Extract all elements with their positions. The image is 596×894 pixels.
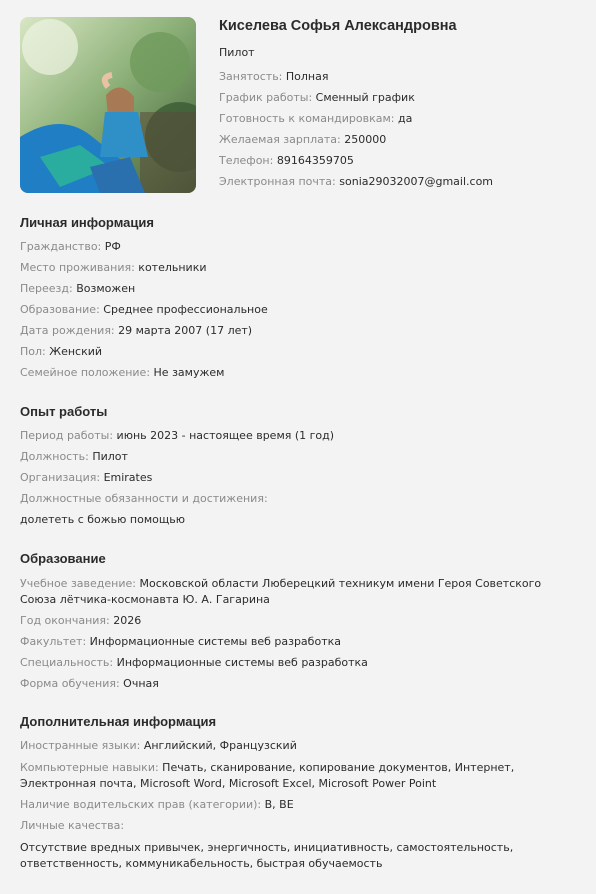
duties-text: долететь с божью помощью	[20, 513, 185, 526]
birthdate-value: 29 марта 2007 (17 лет)	[118, 324, 253, 337]
profile-details: Занятость: Полная График работы: Сменный…	[219, 70, 579, 196]
email-label: Электронная почта:	[219, 175, 336, 188]
gender-value: Женский	[49, 345, 103, 358]
additional-title: Дополнительная информация	[20, 714, 217, 729]
computer-skills-label: Компьютерные навыки:	[20, 761, 159, 774]
profile-photo-image	[20, 17, 196, 193]
email-value[interactable]: sonia29032007@gmail.com	[339, 175, 493, 188]
qualities-text: Отсутствие вредных привычек, энергичност…	[20, 841, 514, 870]
work-period-row: Период работы: июнь 2023 - настоящее вре…	[20, 429, 580, 443]
institution-row: Учебное заведение: Московской области Лю…	[20, 576, 580, 608]
education-level-label: Образование:	[20, 303, 100, 316]
driving-license-row: Наличие водительских прав (категории): B…	[20, 798, 580, 812]
personal-title: Личная информация	[20, 215, 154, 230]
education-level-row: Образование: Среднее профессиональное	[20, 303, 580, 317]
job-title-value: Пилот	[92, 450, 128, 463]
organization-value: Emirates	[103, 471, 153, 484]
organization-label: Организация:	[20, 471, 101, 484]
languages-label: Иностранные языки:	[20, 739, 141, 752]
citizenship-label: Гражданство:	[20, 240, 102, 253]
education-level-value: Среднее профессиональное	[103, 303, 268, 316]
business-trips-value: да	[398, 112, 413, 125]
graduation-year-label: Год окончания:	[20, 614, 110, 627]
salary-value: 250000	[344, 133, 387, 146]
marital-value: Не замужем	[153, 366, 225, 379]
driving-license-label: Наличие водительских прав (категории):	[20, 798, 262, 811]
study-form-label: Форма обучения:	[20, 677, 120, 690]
employment-label: Занятость:	[219, 70, 283, 83]
duties-row: Должностные обязанности и достижения:	[20, 492, 580, 506]
profile-photo	[20, 17, 196, 193]
phone-row: Телефон: 89164359705	[219, 154, 579, 175]
resume-page: Киселева Софья Александровна Пилот Занят…	[0, 0, 596, 894]
work-period-value: июнь 2023 - настоящее время (1 год)	[116, 429, 335, 442]
salary-label: Желаемая зарплата:	[219, 133, 341, 146]
candidate-position: Пилот	[219, 46, 255, 59]
specialty-row: Специальность: Информационные системы ве…	[20, 656, 580, 670]
birthdate-label: Дата рождения:	[20, 324, 115, 337]
profile-info: Киселева Софья Александровна Пилот Занят…	[219, 17, 579, 196]
gender-label: Пол:	[20, 345, 46, 358]
experience-section: Опыт работы Период работы: июнь 2023 - н…	[20, 404, 580, 534]
faculty-label: Факультет:	[20, 635, 87, 648]
schedule-row: График работы: Сменный график	[219, 91, 579, 112]
institution-label: Учебное заведение:	[20, 577, 136, 590]
business-trips-row: Готовность к командировкам: да	[219, 112, 579, 133]
additional-section: Дополнительная информация Иностранные яз…	[20, 714, 580, 879]
schedule-value: Сменный график	[315, 91, 415, 104]
email-row: Электронная почта: sonia29032007@gmail.c…	[219, 175, 579, 196]
duties-label: Должностные обязанности и достижения:	[20, 492, 268, 505]
driving-license-value: B, BE	[264, 798, 294, 811]
relocation-row: Переезд: Возможен	[20, 282, 580, 296]
residence-value: котельники	[138, 261, 207, 274]
marital-label: Семейное положение:	[20, 366, 151, 379]
salary-row: Желаемая зарплата: 250000	[219, 133, 579, 154]
citizenship-value: РФ	[104, 240, 121, 253]
education-section: Образование Учебное заведение: Московско…	[20, 551, 580, 698]
phone-label: Телефон:	[219, 154, 274, 167]
business-trips-label: Готовность к командировкам:	[219, 112, 395, 125]
job-title-row: Должность: Пилот	[20, 450, 580, 464]
organization-row: Организация: Emirates	[20, 471, 580, 485]
specialty-label: Специальность:	[20, 656, 114, 669]
employment-value: Полная	[285, 70, 329, 83]
relocation-value: Возможен	[76, 282, 136, 295]
citizenship-row: Гражданство: РФ	[20, 240, 580, 254]
relocation-label: Переезд:	[20, 282, 73, 295]
qualities-row: Личные качества:	[20, 819, 580, 833]
residence-row: Место проживания: котельники	[20, 261, 580, 275]
personal-section: Личная информация Гражданство: РФ Место …	[20, 215, 580, 387]
work-period-label: Период работы:	[20, 429, 114, 442]
graduation-year-row: Год окончания: 2026	[20, 614, 580, 628]
marital-row: Семейное положение: Не замужем	[20, 366, 580, 380]
study-form-row: Форма обучения: Очная	[20, 677, 580, 691]
birthdate-row: Дата рождения: 29 марта 2007 (17 лет)	[20, 324, 580, 338]
faculty-value: Информационные системы веб разработка	[89, 635, 341, 648]
resume-header: Киселева Софья Александровна Пилот Занят…	[20, 17, 580, 193]
specialty-value: Информационные системы веб разработка	[116, 656, 368, 669]
candidate-name: Киселева Софья Александровна	[219, 18, 457, 34]
job-title-label: Должность:	[20, 450, 89, 463]
graduation-year-value: 2026	[113, 614, 142, 627]
phone-value[interactable]: 89164359705	[277, 154, 354, 167]
gender-row: Пол: Женский	[20, 345, 580, 359]
computer-skills-row: Компьютерные навыки: Печать, сканировани…	[20, 760, 580, 792]
residence-label: Место проживания:	[20, 261, 135, 274]
qualities-label: Личные качества:	[20, 819, 125, 832]
education-title: Образование	[20, 551, 106, 566]
employment-row: Занятость: Полная	[219, 70, 579, 91]
faculty-row: Факультет: Информационные системы веб ра…	[20, 635, 580, 649]
languages-value: Английский, Французский	[143, 739, 297, 752]
schedule-label: График работы:	[219, 91, 313, 104]
languages-row: Иностранные языки: Английский, Французск…	[20, 739, 580, 753]
study-form-value: Очная	[123, 677, 159, 690]
experience-title: Опыт работы	[20, 404, 108, 419]
